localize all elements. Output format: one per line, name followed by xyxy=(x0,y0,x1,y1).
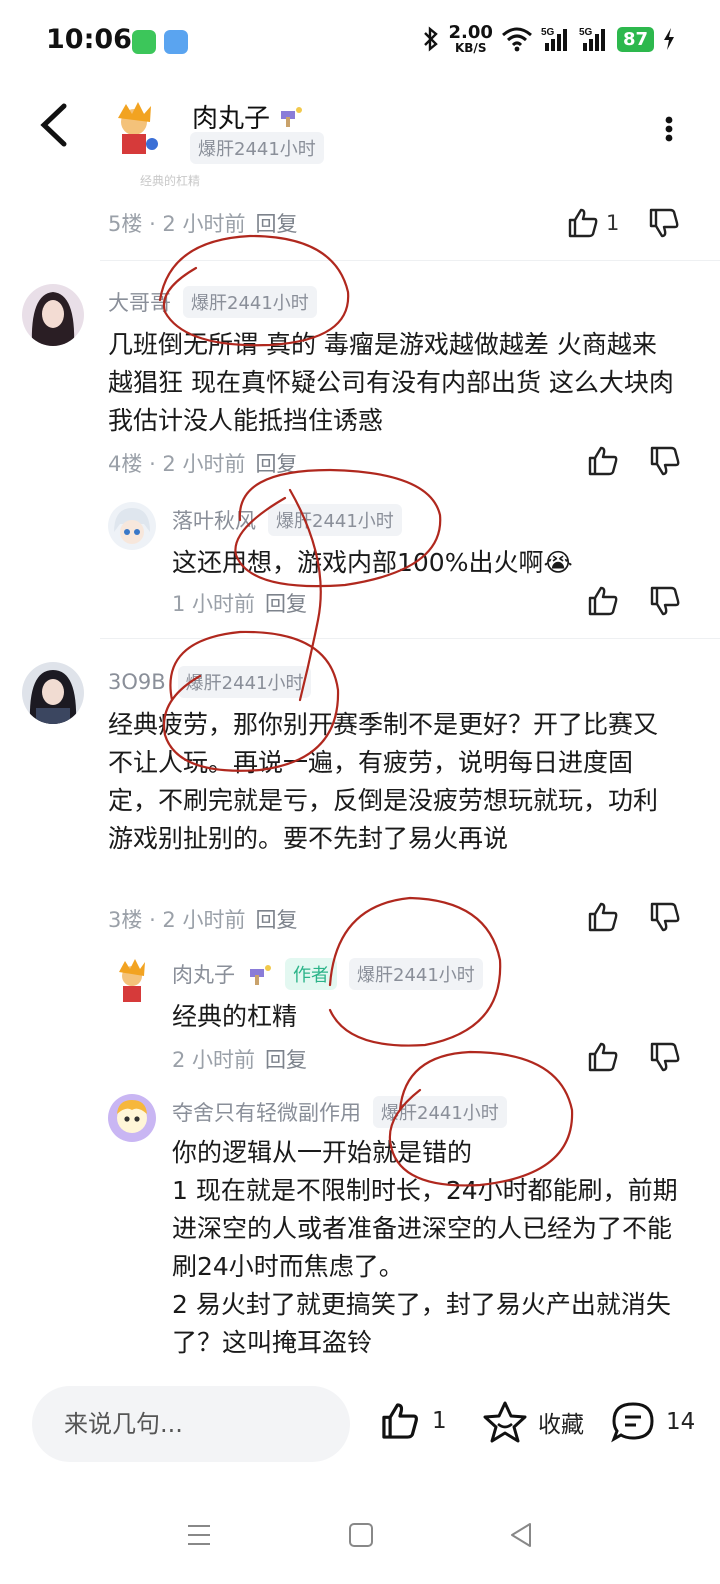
reply-button[interactable]: 回复 xyxy=(255,908,297,932)
thumbs-up-icon xyxy=(568,208,598,238)
username[interactable]: 落叶秋风 xyxy=(172,505,256,535)
thumbs-down-icon[interactable] xyxy=(648,444,682,478)
status-icons: 2.00 KB/S 5G 5G 87 xyxy=(421,24,676,54)
back-arrow-icon[interactable] xyxy=(36,102,76,148)
reply-footer: 2 小时前 回复 xyxy=(0,1040,720,1080)
comment-list[interactable]: 经典的杠精 5楼 · 2 小时前 回复 1 大哥哥 爆肝2441小时 几班倒无所谓… xyxy=(0,172,720,1364)
username[interactable]: 夺舍只有轻微副作用 xyxy=(172,1097,361,1127)
system-navigation-bar xyxy=(0,1494,720,1584)
reply-text: 经典的杠精 xyxy=(172,1002,298,1031)
user-badge: 爆肝2441小时 xyxy=(373,1096,507,1128)
thumbs-up-icon[interactable] xyxy=(586,584,620,618)
comment-meta: 4楼 · 2 小时前 回复 xyxy=(108,452,298,476)
comment-text: 经典疲劳，那你别开赛季制不是更好？开了比赛又不让人玩。再说一遍，有疲劳，说明每日… xyxy=(108,710,659,853)
more-options-icon[interactable] xyxy=(664,116,674,142)
reply-footer: 1 小时前 回复 xyxy=(0,584,720,624)
user-badge: 爆肝2441小时 xyxy=(268,504,402,536)
status-bar: 10:06 2.00 KB/S 5G 5G 87 xyxy=(0,0,720,82)
post-like-count: 1 xyxy=(432,1408,447,1434)
reply-username-row: 夺舍只有轻微副作用 爆肝2441小时 xyxy=(172,1096,507,1128)
reply-button[interactable]: 回复 xyxy=(255,212,297,236)
divider xyxy=(100,260,720,261)
signal-5g-icon: 5G xyxy=(541,27,567,51)
author-tag: 作者 xyxy=(285,958,337,990)
charging-icon xyxy=(664,28,674,50)
reply-text-line: 你的逻辑从一开始就是错的 xyxy=(172,1138,473,1167)
username[interactable]: 肉丸子 xyxy=(172,959,235,989)
star-icon xyxy=(483,1401,527,1443)
like-button[interactable]: 1 xyxy=(566,206,619,240)
svg-text:5G: 5G xyxy=(541,27,555,38)
user-avatar[interactable] xyxy=(22,284,84,346)
reply-meta: 2 小时前 回复 xyxy=(172,1048,308,1072)
bottom-action-bar: 来说几句... 1 收藏 14 xyxy=(0,1364,720,1494)
comment-username-row: 大哥哥 爆肝2441小时 xyxy=(108,286,317,318)
home-nav-icon[interactable] xyxy=(348,1522,374,1548)
battery-level: 87 xyxy=(616,26,654,52)
weather-app-icon xyxy=(164,30,188,54)
author-avatar[interactable] xyxy=(104,98,164,158)
author-name[interactable]: 肉丸子 xyxy=(192,98,304,135)
back-nav-icon[interactable] xyxy=(508,1521,534,1549)
comment-footer: 4楼 · 2 小时前 回复 xyxy=(0,444,720,484)
reply-text-line: 2 易火封了就更搞笑了，封了易火产出就消失了？这叫掩耳盗铃 xyxy=(172,1290,671,1357)
user-badge: 爆肝2441小时 xyxy=(349,958,483,990)
user-avatar[interactable] xyxy=(22,662,84,724)
favorite-button[interactable]: 收藏 xyxy=(482,1400,584,1444)
thumbs-down-icon[interactable] xyxy=(647,206,681,240)
thumbs-down-icon[interactable] xyxy=(648,1040,682,1074)
comment-bubble-icon xyxy=(611,1402,654,1443)
reply-user-avatar[interactable] xyxy=(108,502,156,550)
reply-button[interactable]: 回复 xyxy=(265,1048,307,1072)
wifi-icon xyxy=(501,27,532,52)
comment-footer: 5楼 · 2 小时前 回复 1 xyxy=(0,206,720,246)
hammer-badge-icon xyxy=(250,965,271,985)
reply-button[interactable]: 回复 xyxy=(255,452,297,476)
reply-button[interactable]: 回复 xyxy=(265,592,307,616)
comment-count: 14 xyxy=(666,1409,696,1435)
bluetooth-icon xyxy=(423,26,438,52)
reply-user-avatar[interactable] xyxy=(108,1094,156,1142)
faded-preview-text: 经典的杠精 xyxy=(140,174,201,188)
author-badge: 爆肝2441小时 xyxy=(190,132,324,164)
svg-text:5G: 5G xyxy=(579,27,593,38)
thumbs-up-icon[interactable] xyxy=(586,900,620,934)
thumbs-down-icon[interactable] xyxy=(648,900,682,934)
reply-text: 你的逻辑从一开始就是错的 1 现在就是不限制时长，24小时都能刷，前期进深空的人… xyxy=(172,1134,680,1362)
comment-footer: 3楼 · 2 小时前 回复 xyxy=(0,900,720,940)
divider xyxy=(100,638,720,639)
comment-meta: 3楼 · 2 小时前 回复 xyxy=(108,908,298,932)
like-count: 1 xyxy=(606,211,620,235)
messages-app-icon xyxy=(132,30,156,54)
network-speed: 2.00 KB/S xyxy=(448,22,493,55)
reply-text-line: 1 现在就是不限制时长，24小时都能刷，前期进深空的人或者准备进深空的人已经为了… xyxy=(172,1176,678,1281)
user-badge: 爆肝2441小时 xyxy=(183,286,317,318)
status-time: 10:06 xyxy=(46,24,132,55)
favorite-label: 收藏 xyxy=(538,1412,584,1438)
username[interactable]: 大哥哥 xyxy=(108,287,171,317)
username[interactable]: 3O9B xyxy=(108,670,166,694)
user-badge: 爆肝2441小时 xyxy=(177,666,312,698)
reply-meta: 1 小时前 回复 xyxy=(172,592,308,616)
comment-input[interactable]: 来说几句... xyxy=(32,1386,350,1462)
thumbs-up-icon xyxy=(382,1403,418,1439)
thumbs-up-icon[interactable] xyxy=(586,444,620,478)
comment-username-row: 3O9B 爆肝2441小时 xyxy=(108,666,312,698)
like-post-button[interactable]: 1 xyxy=(378,1400,447,1442)
menu-nav-icon[interactable] xyxy=(186,1522,212,1548)
reply-username-row: 肉丸子 作者 爆肝2441小时 xyxy=(172,958,483,990)
comment-text: 几班倒无所谓 真的 毒瘤是游戏越做越差 火商越来越猖狂 现在真怀疑公司有没有内部… xyxy=(108,330,674,435)
signal-5g-icon-2: 5G xyxy=(579,27,605,51)
reply-username-row: 落叶秋风 爆肝2441小时 xyxy=(172,504,402,536)
reply-user-avatar[interactable] xyxy=(108,956,156,1004)
comment-meta: 5楼 · 2 小时前 回复 xyxy=(108,212,298,236)
comments-button[interactable]: 14 xyxy=(610,1400,695,1444)
reply-text: 这还用想，游戏内部100%出火啊😭 xyxy=(172,548,573,577)
hammer-badge-icon xyxy=(281,107,303,127)
thumbs-down-icon[interactable] xyxy=(648,584,682,618)
thumbs-up-icon[interactable] xyxy=(586,1040,620,1074)
post-header: 肉丸子 爆肝2441小时 xyxy=(0,82,720,172)
